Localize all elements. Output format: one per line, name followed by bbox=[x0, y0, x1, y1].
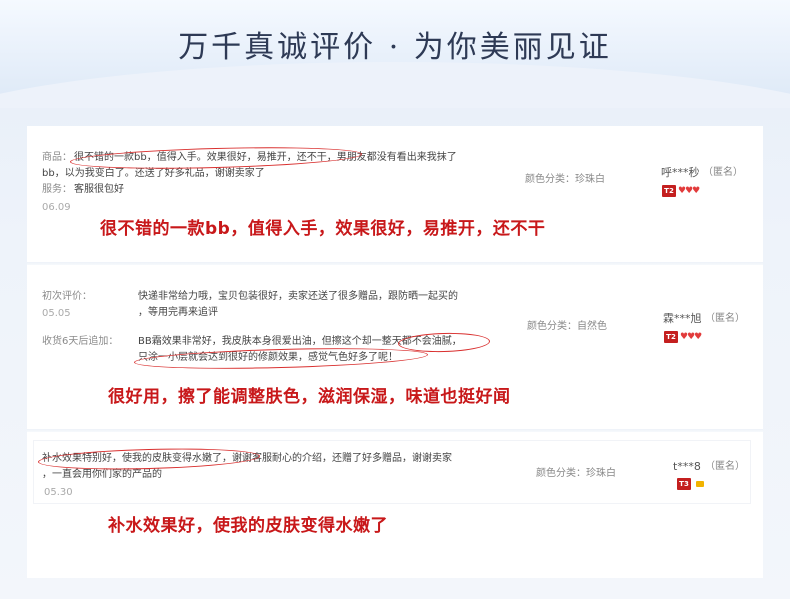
reviewer-name: 呼***秒 bbox=[661, 166, 700, 179]
reviewer-name: t***8 bbox=[673, 460, 701, 473]
anonymous-label: （匿名） bbox=[703, 167, 743, 178]
level-badge: T2 bbox=[664, 331, 678, 343]
service-text: 客服很包好 bbox=[74, 184, 124, 195]
highlight-summary: 补水效果好，使我的皮肤变得水嫩了 bbox=[108, 516, 388, 536]
header-banner: 万千真诚评价 · 为你美丽见证 bbox=[0, 0, 790, 108]
level-badge: T2 bbox=[662, 185, 676, 197]
color-attribute: 颜色分类：自然色 bbox=[527, 321, 607, 332]
followup-label: 收货6天后追加： bbox=[42, 336, 119, 347]
review-text: ，一直会用你们家的产品的 bbox=[42, 469, 162, 480]
review-date: 05.05 bbox=[42, 308, 71, 319]
anonymous-label: （匿名） bbox=[705, 313, 745, 324]
review-date: 06.09 bbox=[42, 202, 71, 213]
diamond-icon bbox=[696, 481, 704, 487]
highlight-summary: 很好用，擦了能调整肤色，滋润保湿，味道也挺好闻 bbox=[108, 387, 511, 407]
goods-label: 商品： bbox=[42, 152, 72, 163]
initial-review-label: 初次评价： bbox=[42, 291, 92, 302]
review-text: ，等用完再来追评 bbox=[138, 307, 218, 318]
reviewer-name: 霖***旭 bbox=[663, 312, 702, 325]
level-badge: T3 bbox=[677, 478, 691, 490]
divider bbox=[27, 429, 763, 432]
banner-arc bbox=[0, 62, 790, 108]
heart-icon: ♥♥♥ bbox=[680, 332, 702, 342]
color-attribute: 颜色分类：珍珠白 bbox=[525, 174, 605, 185]
page-title: 万千真诚评价 · 为你美丽见证 bbox=[178, 30, 612, 65]
heart-icon: ♥♥♥ bbox=[678, 186, 700, 196]
color-attribute: 颜色分类：珍珠白 bbox=[536, 468, 616, 479]
divider bbox=[27, 262, 763, 265]
review-date: 05.30 bbox=[44, 487, 73, 498]
highlight-summary: 很不错的一款bb，值得入手，效果很好，易推开，还不干 bbox=[100, 219, 546, 239]
review-text: 快递非常给力哦，宝贝包装很好，卖家还送了很多赠品，跟防晒一起买的 bbox=[138, 291, 458, 302]
service-label: 服务： bbox=[42, 184, 72, 195]
anonymous-label: （匿名） bbox=[705, 461, 745, 472]
